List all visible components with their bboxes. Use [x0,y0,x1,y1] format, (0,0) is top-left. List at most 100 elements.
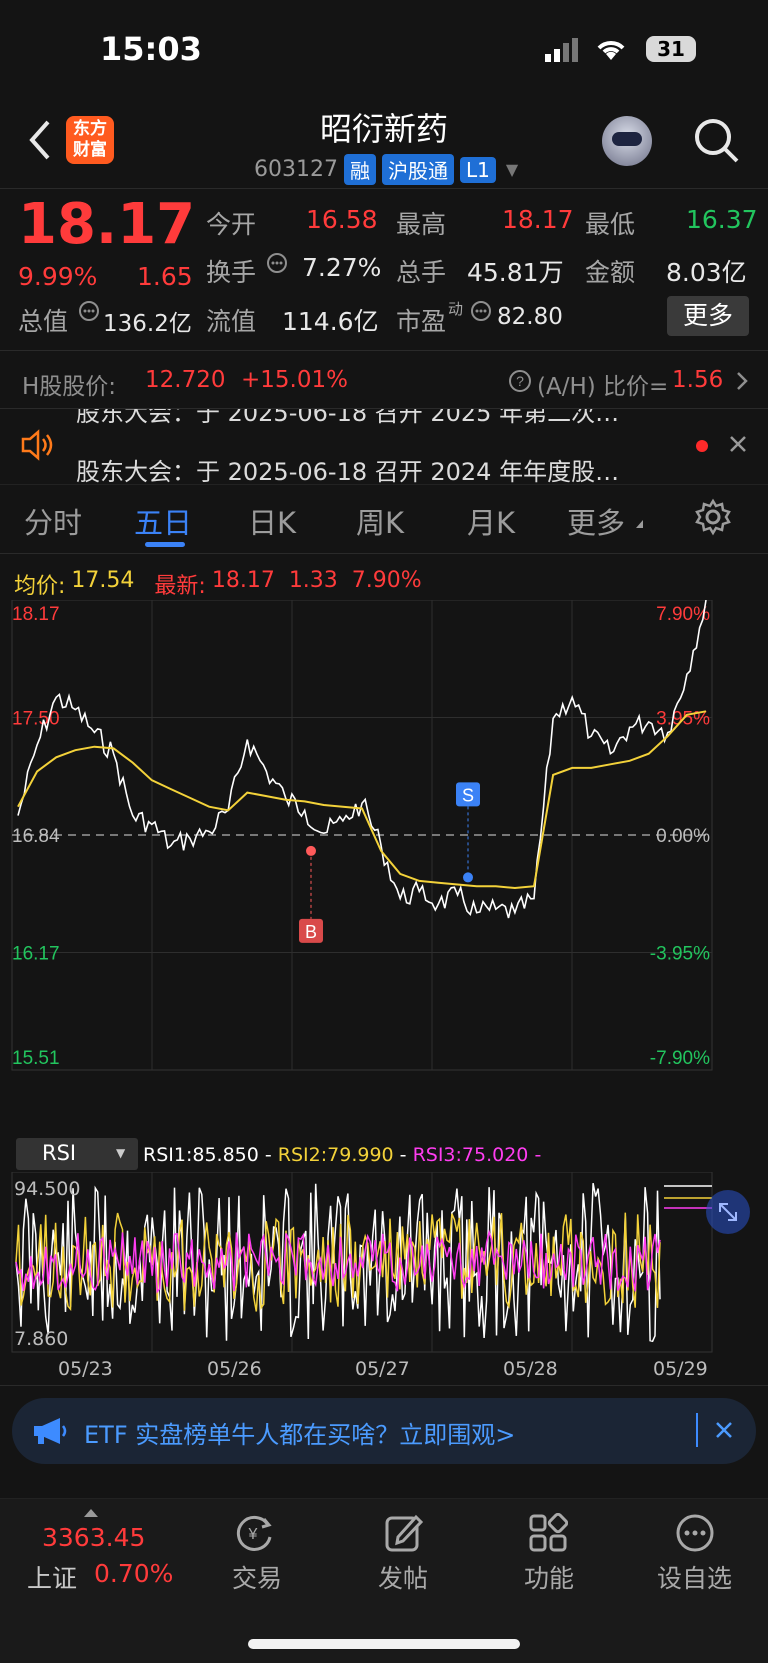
promo-banner[interactable]: ETF 实盘榜单牛人都在买啥？立即围观> [12,1398,756,1464]
open-value: 16.58 [306,205,378,234]
mktcap-value: 136.2亿 [103,311,192,337]
battery-icon: 31 [646,36,696,62]
chevron-down-icon[interactable]: ▼ [506,160,518,179]
rsi-sep: - [393,1144,413,1166]
x-axis: 05/23 05/26 05/27 05/28 05/29 [0,1358,768,1388]
stock-name: 昭衍新药 [319,110,448,148]
amount-label: 金额 [585,258,636,287]
chart-info-row: 均价: 17.54 最新: 18.17 1.33 7.90% [14,568,422,600]
latest-label: 最新: [154,574,206,599]
rsi-chart[interactable] [0,1172,768,1357]
post-icon[interactable] [384,1513,424,1557]
info-dots-icon[interactable] [78,300,100,326]
latest-change: 1.33 [288,568,338,593]
tab-weekly-k[interactable]: 周K [356,500,404,542]
nav-trade[interactable]: 交易 [232,1559,282,1595]
low-label: 最低 [585,210,636,239]
nav-post[interactable]: 发帖 [378,1559,428,1595]
pe-value: 82.80 [497,304,563,330]
rsi3-value: RSI3:75.020 [412,1144,529,1166]
gear-icon[interactable] [694,498,732,540]
active-tab-indicator [145,542,185,547]
avg-value: 17.54 [71,568,135,593]
y-axis-label: 16.84 [12,826,60,847]
index-name[interactable]: 上证 [27,1559,77,1595]
tab-five-day[interactable]: 五日 [134,500,192,542]
x-label: 05/28 [503,1358,558,1380]
buy-point [306,845,316,856]
more-dots-icon[interactable] [675,1513,715,1557]
y-axis-pct-label: -3.95% [650,944,710,965]
unread-dot [696,440,708,452]
nav-functions[interactable]: 功能 [524,1559,574,1595]
nav-watchlist[interactable]: 设自选 [657,1559,732,1595]
close-icon[interactable] [728,434,748,458]
chevron-right-icon[interactable] [735,370,749,396]
robot-assistant-icon[interactable] [602,116,652,166]
chevron-down-icon: ▼ [116,1146,126,1160]
search-icon[interactable] [692,116,740,164]
tab-monthly-k[interactable]: 月K [467,500,515,542]
y-axis-pct-label: 0.00% [656,826,710,847]
y-axis-label: 16.17 [12,944,60,965]
ah-ratio-value: 1.56 [672,367,724,393]
bottom-nav: 3363.45 上证 0.70% ¥ 交易 发帖 功能 设自选 [0,1499,768,1663]
pe-sup: 动 [448,300,464,318]
open-label: 今开 [206,210,257,239]
index-pct[interactable]: 0.70% [94,1559,173,1588]
indicator-selector[interactable]: RSI ▼ [16,1138,138,1170]
y-axis-pct-label: -7.90% [650,1048,710,1069]
trade-icon[interactable]: ¥ [232,1513,276,1557]
volume-label: 总手 [396,258,447,287]
avg-price-line [17,710,707,890]
expand-chart-icon[interactable] [706,1190,750,1234]
x-label: 05/23 [58,1358,113,1380]
index-value[interactable]: 3363.45 [42,1523,145,1552]
info-dots-icon[interactable] [470,300,492,326]
mktcap-label: 总值 [18,307,69,336]
more-tab-caret-icon [636,520,643,528]
info-dots-icon[interactable] [266,252,288,278]
y-axis-label: 18.17 [12,604,60,625]
float-label: 流值 [206,307,257,336]
question-icon[interactable]: ? [508,369,532,397]
turnover-value: 7.27% [302,253,382,282]
turnover-label: 换手 [206,258,257,287]
avg-label: 均价: [14,574,66,599]
rsi-top-label: 94.500 [14,1178,81,1200]
status-time: 15:03 [100,30,202,68]
rsi-sep: - [258,1144,278,1166]
banner-divider [696,1413,698,1447]
speaker-icon [20,428,56,466]
pe-label: 市盈 [396,307,447,336]
apps-icon[interactable] [528,1512,569,1557]
close-icon[interactable] [714,1420,734,1444]
wifi-icon [594,36,628,66]
badge-hk-connect: 沪股通 [381,154,454,185]
notice-line-2[interactable]: 股东大会：于 2025-06-18 召开 2024 年年度股… [76,452,619,487]
caret-up-icon [84,1509,98,1517]
svg-text:¥: ¥ [248,1526,258,1543]
low-value: 16.37 [686,205,758,234]
notice-line-1: 股东大会：于 2025-06-18 召开 2025 年第二次… [76,409,620,427]
last-price: 18.17 [18,192,196,257]
banner-text: ETF 实盘榜单牛人都在买啥？立即围观> [84,1421,516,1449]
sell-marker-label: S [462,785,474,805]
indicator-name: RSI [42,1141,77,1165]
h-share-price: 12.720 [145,367,226,393]
high-value: 18.17 [502,205,574,234]
latest-value: 18.17 [211,568,275,593]
rsi1-value: RSI1:85.850 [143,1144,259,1166]
price-chart[interactable]: 18.17 7.90%17.50 3.95%16.84 0.00%16.17 -3.95… [0,600,768,1140]
buy-marker-label: B [305,922,317,942]
y-axis-label: 15.51 [12,1048,60,1069]
rsi2-value: RSI2:79.990 [277,1144,394,1166]
badge-margin: 融 [343,154,376,185]
tab-daily-k[interactable]: 日K [248,500,296,542]
ah-ratio-label: (A/H) 比价= [537,374,669,400]
tab-intraday[interactable]: 分时 [24,500,82,542]
more-quote-button[interactable]: 更多 [667,296,749,336]
tab-more[interactable]: 更多 [567,500,625,542]
megaphone-icon [32,1416,68,1450]
volume-value: 45.81万 [467,258,564,287]
